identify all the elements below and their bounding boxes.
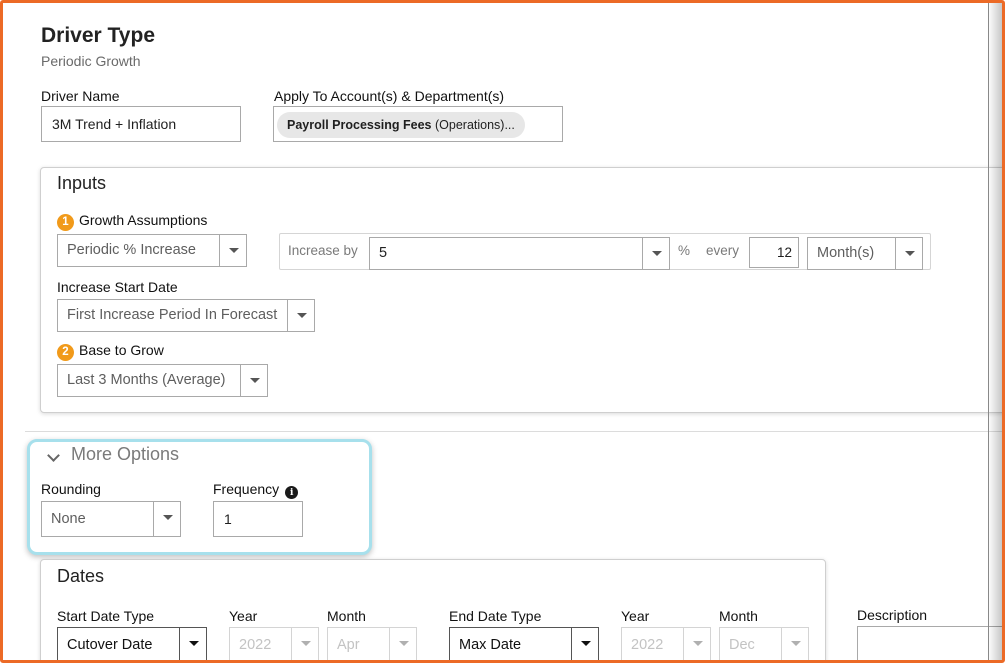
- start-date-type-select[interactable]: Cutover Date: [57, 627, 207, 660]
- chip-department-text: (Operations)...: [431, 118, 515, 132]
- every-value: 12: [776, 245, 792, 260]
- step-2-badge: 2: [57, 344, 74, 361]
- start-year-label: Year: [229, 608, 258, 624]
- frequency-value: 1: [224, 511, 232, 527]
- increase-start-select[interactable]: First Increase Period In Forecast: [57, 299, 315, 332]
- more-options-title: More Options: [71, 444, 180, 464]
- chip-account-text: Payroll Processing Fees: [287, 118, 432, 132]
- end-month-select[interactable]: Dec: [719, 627, 809, 660]
- description-input[interactable]: [857, 626, 1002, 660]
- base-to-grow-text: Base to Grow: [79, 342, 164, 358]
- end-date-type-select[interactable]: Max Date: [449, 627, 599, 660]
- rounding-label: Rounding: [41, 481, 101, 497]
- base-to-grow-select[interactable]: Last 3 Months (Average): [57, 364, 268, 397]
- start-month-label: Month: [327, 608, 366, 624]
- chevron-down-icon: [571, 628, 598, 660]
- every-value-input[interactable]: 12: [749, 237, 799, 268]
- chevron-down-icon: [389, 628, 416, 660]
- account-department-chip[interactable]: Payroll Processing Fees (Operations)...: [277, 112, 525, 138]
- end-date-type-label: End Date Type: [449, 608, 542, 624]
- driver-name-value: 3M Trend + Inflation: [52, 116, 177, 132]
- chevron-down-icon: [287, 300, 314, 331]
- page-subtitle: Periodic Growth: [41, 53, 141, 69]
- step-1-badge: 1: [57, 214, 74, 231]
- apply-to-label: Apply To Account(s) & Department(s): [274, 88, 505, 104]
- chevron-down-icon: [642, 238, 669, 269]
- start-month-value: Apr: [337, 637, 360, 653]
- page-title: Driver Type: [41, 24, 155, 47]
- chevron-down-icon: [781, 628, 808, 660]
- growth-assumptions-text: Growth Assumptions: [79, 212, 208, 228]
- chevron-down-icon: [179, 628, 206, 660]
- rounding-value: None: [51, 511, 86, 527]
- frequency-input[interactable]: 1: [213, 501, 303, 537]
- growth-method-value: Periodic % Increase: [67, 242, 196, 258]
- period-unit-select[interactable]: Month(s): [807, 237, 923, 270]
- end-year-value: 2022: [631, 637, 664, 653]
- increase-start-value: First Increase Period In Forecast: [67, 307, 278, 323]
- app-frame: Driver Type Periodic Growth Driver Name …: [0, 0, 1005, 663]
- base-to-grow-label: 2 Base to Grow: [57, 342, 164, 361]
- dates-title: Dates: [57, 566, 105, 586]
- driver-name-label: Driver Name: [41, 88, 120, 104]
- chevron-down-icon: [291, 628, 318, 660]
- increase-by-label: Increase by: [288, 243, 358, 258]
- chevron-down-icon: [240, 365, 267, 396]
- info-icon[interactable]: i: [285, 486, 299, 499]
- end-month-label: Month: [719, 608, 758, 624]
- chevron-down-icon: [895, 238, 922, 269]
- growth-assumptions-label: 1 Growth Assumptions: [57, 212, 207, 231]
- inputs-title: Inputs: [57, 173, 107, 193]
- start-year-value: 2022: [239, 637, 272, 653]
- apply-to-field[interactable]: Payroll Processing Fees (Operations)...: [273, 106, 563, 142]
- chevron-down-icon: [153, 502, 180, 536]
- end-date-type-value: Max Date: [459, 637, 522, 653]
- chevron-down-icon: [219, 235, 246, 266]
- increase-value: 5: [379, 245, 388, 261]
- end-month-value: Dec: [729, 637, 755, 653]
- start-date-type-label: Start Date Type: [57, 608, 155, 624]
- frequency-label: Frequency i: [213, 481, 299, 499]
- description-label: Description: [857, 607, 928, 623]
- growth-method-select[interactable]: Periodic % Increase: [57, 234, 247, 267]
- start-month-select[interactable]: Apr: [327, 627, 417, 660]
- chevron-down-icon: [683, 628, 710, 660]
- scroll-edge-shadow: [988, 3, 1002, 660]
- end-year-select[interactable]: 2022: [621, 627, 711, 660]
- start-year-select[interactable]: 2022: [229, 627, 319, 660]
- section-divider: [25, 431, 1002, 432]
- base-to-grow-value: Last 3 Months (Average): [67, 372, 226, 388]
- driver-name-input[interactable]: 3M Trend + Inflation: [41, 106, 241, 142]
- increase-value-select[interactable]: 5: [369, 237, 670, 270]
- rounding-select[interactable]: None: [41, 501, 181, 537]
- increase-start-label: Increase Start Date: [57, 279, 178, 295]
- end-year-label: Year: [621, 608, 650, 624]
- every-label: every: [706, 243, 740, 258]
- percent-symbol: %: [678, 243, 691, 258]
- start-date-type-value: Cutover Date: [67, 637, 153, 653]
- period-unit-value: Month(s): [817, 245, 875, 261]
- frequency-label-text: Frequency: [213, 481, 280, 497]
